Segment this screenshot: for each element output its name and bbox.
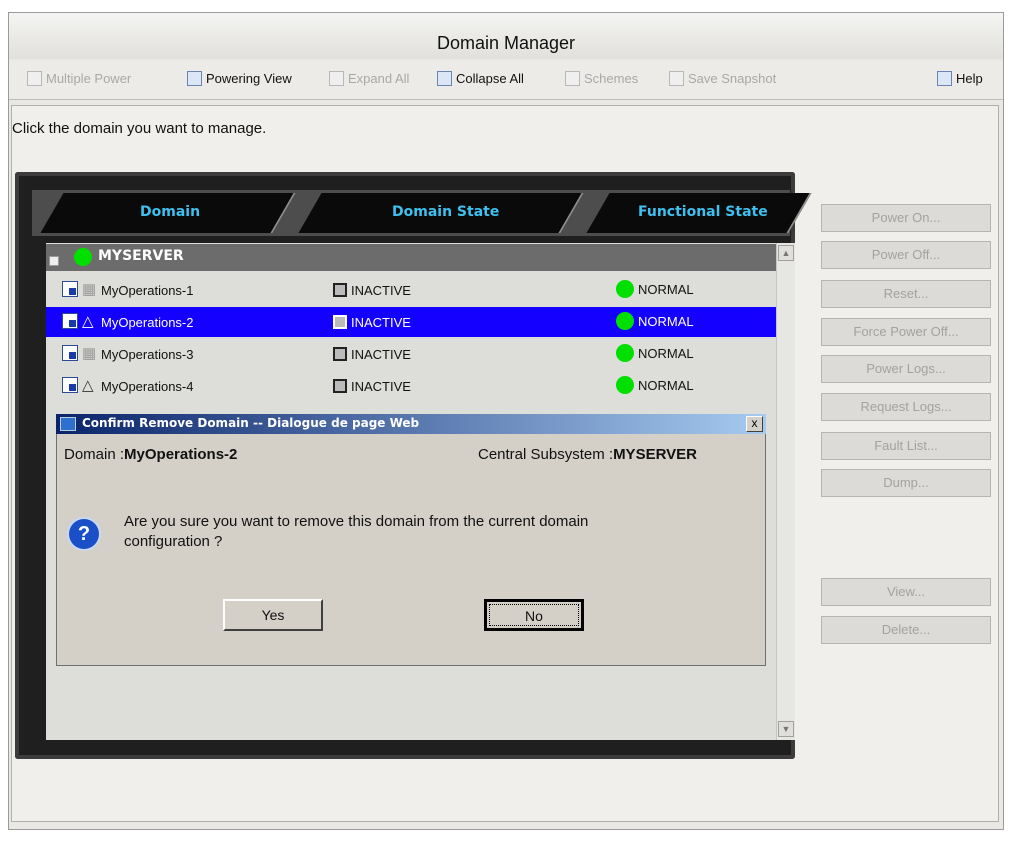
status-ok-icon [616,344,634,362]
save-snapshot-label: Save Snapshot [688,71,777,86]
collapse-all-label: Collapse All [456,71,524,86]
help-icon [937,71,952,86]
domain-name: MyOperations-4 [101,379,194,394]
domain-state-label: INACTIVE [351,315,411,330]
functional-state: NORMAL [616,280,694,298]
request-logs-button[interactable]: Request Logs... [821,393,991,421]
domain-state-label: INACTIVE [351,283,411,298]
domain-tree-node-icon [62,313,78,329]
save-snapshot-button[interactable]: Save Snapshot [669,71,776,86]
dialog-domain-label: Domain : [64,446,125,463]
view-button[interactable]: View... [821,578,991,606]
dialog-subsystem-info: Central Subsystem :MYSERVER [478,446,697,463]
dialog-message-line1: Are you sure you want to remove this dom… [124,513,589,530]
inactive-state-icon [333,283,347,297]
dialog-close-button[interactable]: x [746,416,763,432]
dialog-subsystem-label: Central Subsystem : [478,446,614,463]
multiple-power-label: Multiple Power [46,71,132,86]
server-name: MYSERVER [98,248,184,264]
domain-name: MyOperations-1 [101,283,194,298]
column-header-domain-state[interactable]: Domain State [392,204,499,220]
inactive-state-icon [333,347,347,361]
schemes-icon [565,71,580,86]
server-status-icon [74,248,92,266]
functional-state: NORMAL [616,376,694,394]
expand-all-button[interactable]: Expand All [329,71,409,86]
dialog-domain-info: Domain :MyOperations-2 [64,446,237,463]
domain-state-label: INACTIVE [351,379,411,394]
status-ok-icon [616,280,634,298]
linux-os-icon: △ [82,313,94,330]
question-icon: ? [69,519,99,549]
powering-view-button[interactable]: Powering View [187,71,292,86]
column-header-domain[interactable]: Domain [140,204,200,220]
domain-state: INACTIVE [333,379,411,394]
domain-tree-node-icon [62,377,78,393]
column-header-functional-state[interactable]: Functional State [638,204,768,220]
expand-all-label: Expand All [348,71,410,86]
domain-tree-node-icon [62,281,78,297]
domain-name: MyOperations-2 [101,315,194,330]
delete-button[interactable]: Delete... [821,616,991,644]
help-button[interactable]: Help [937,71,983,86]
domain-row-selected[interactable]: △ MyOperations-2 INACTIVE NORMAL [46,307,776,337]
dialog-title: Confirm Remove Domain -- Dialogue de pag… [82,416,420,430]
multiple-power-button[interactable]: Multiple Power [27,71,131,86]
toolbar: Multiple Power Powering View Expand All … [9,61,1003,100]
domain-state: INACTIVE [333,315,411,330]
reset-button[interactable]: Reset... [821,280,991,308]
domain-tree-node-icon [62,345,78,361]
force-power-off-button[interactable]: Force Power Off... [821,318,991,346]
server-group-row[interactable]: MYSERVER [46,244,776,271]
powering-view-icon [187,71,202,86]
functional-state: NORMAL [616,312,694,330]
functional-state-label: NORMAL [638,346,694,361]
dialog-subsystem-value: MYSERVER [613,446,697,463]
functional-state-label: NORMAL [638,282,694,297]
status-ok-icon [616,376,634,394]
domain-name: MyOperations-3 [101,347,194,362]
help-label: Help [956,71,983,86]
windows-os-icon: ▦ [82,281,97,298]
inactive-state-icon [333,315,347,329]
schemes-label: Schemes [584,71,639,86]
yes-button[interactable]: Yes [223,599,323,631]
domain-row[interactable]: ▦ MyOperations-3 INACTIVE NORMAL [46,339,776,369]
domain-state: INACTIVE [333,283,411,298]
linux-os-icon: △ [82,377,94,394]
domain-row[interactable]: △ MyOperations-4 INACTIVE NORMAL [46,371,776,401]
fault-list-button[interactable]: Fault List... [821,432,991,460]
title-bar: Domain Manager [9,13,1003,59]
collapse-all-button[interactable]: Collapse All [437,71,524,86]
instruction-text: Click the domain you want to manage. [12,120,267,137]
domain-state: INACTIVE [333,347,411,362]
domain-row[interactable]: ▦ MyOperations-1 INACTIVE NORMAL [46,275,776,305]
inactive-state-icon [333,379,347,393]
window-title: Domain Manager [436,33,576,53]
collapse-all-icon [437,71,452,86]
save-snapshot-icon [669,71,684,86]
domain-state-label: INACTIVE [351,347,411,362]
multiple-power-icon [27,71,42,86]
vertical-scrollbar[interactable]: ▲ ▼ [776,243,795,740]
functional-state-label: NORMAL [638,314,694,329]
functional-state-label: NORMAL [638,378,694,393]
no-button[interactable]: No [484,599,584,631]
functional-state: NORMAL [616,344,694,362]
expand-all-icon [329,71,344,86]
power-logs-button[interactable]: Power Logs... [821,355,991,383]
scroll-up-icon[interactable]: ▲ [778,245,794,261]
power-on-button[interactable]: Power On... [821,204,991,232]
powering-view-label: Powering View [206,71,292,86]
status-ok-icon [616,312,634,330]
schemes-button[interactable]: Schemes [565,71,638,86]
dump-button[interactable]: Dump... [821,469,991,497]
dialog-message-line2: configuration ? [124,533,223,550]
dialog-domain-value: MyOperations-2 [124,446,238,463]
power-off-button[interactable]: Power Off... [821,241,991,269]
ie-page-icon [60,417,76,431]
scroll-down-icon[interactable]: ▼ [778,721,794,737]
collapse-toggle-icon[interactable] [49,256,59,266]
windows-os-icon: ▦ [82,345,97,362]
